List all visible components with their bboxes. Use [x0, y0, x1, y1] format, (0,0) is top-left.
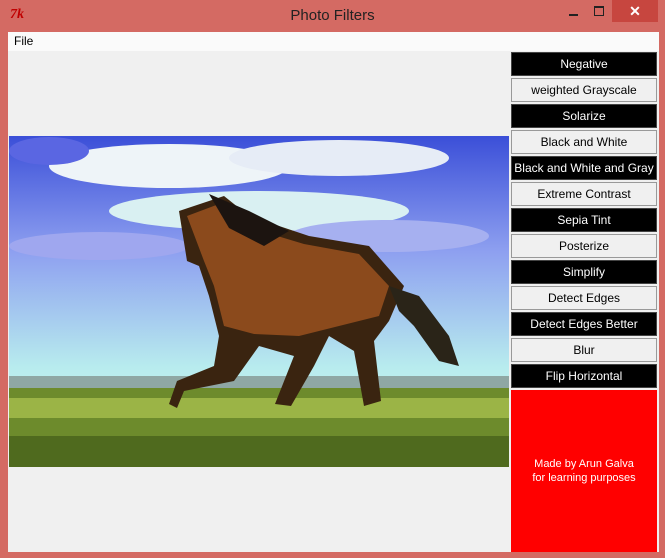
filter-button-posterize[interactable]: Posterize — [511, 234, 657, 258]
filter-button-blur[interactable]: Blur — [511, 338, 657, 362]
filter-button-flip-horizontal[interactable]: Flip Horizontal — [511, 364, 657, 388]
minimize-icon — [568, 14, 578, 16]
close-button[interactable]: ✕ — [612, 0, 658, 22]
filter-button-detect-edges-better[interactable]: Detect Edges Better — [511, 312, 657, 336]
filter-button-sepia-tint[interactable]: Sepia Tint — [511, 208, 657, 232]
filter-button-black-white-gray[interactable]: Black and White and Gray — [511, 156, 657, 180]
filter-button-solarize[interactable]: Solarize — [511, 104, 657, 128]
menu-file[interactable]: File — [14, 34, 33, 48]
credit-panel: Made by Arun Galva for learning purposes — [511, 390, 657, 552]
filter-button-weighted-grayscale[interactable]: weighted Grayscale — [511, 78, 657, 102]
minimize-button[interactable] — [560, 0, 586, 22]
filter-button-simplify[interactable]: Simplify — [511, 260, 657, 284]
credit-line-1: Made by Arun Galva — [534, 458, 634, 470]
title-bar[interactable]: 7k Photo Filters ✕ — [0, 0, 665, 32]
filter-button-detect-edges[interactable]: Detect Edges — [511, 286, 657, 310]
maximize-icon — [594, 6, 604, 16]
filter-button-black-and-white[interactable]: Black and White — [511, 130, 657, 154]
close-icon: ✕ — [629, 3, 641, 19]
menu-bar: File — [8, 32, 659, 51]
credit-text: Made by Arun Galva for learning purposes — [511, 457, 657, 485]
filter-button-extreme-contrast[interactable]: Extreme Contrast — [511, 182, 657, 206]
horse-photo-graphic — [9, 136, 509, 467]
filter-button-panel: Negative weighted Grayscale Solarize Bla… — [511, 52, 657, 390]
client-area: File Negative weighted Grayscale Solariz… — [8, 32, 659, 552]
maximize-button[interactable] — [586, 0, 612, 22]
filter-button-negative[interactable]: Negative — [511, 52, 657, 76]
horse-photo — [9, 136, 509, 467]
image-canvas — [8, 51, 510, 552]
credit-line-2: for learning purposes — [532, 472, 636, 484]
app-window: 7k Photo Filters ✕ File Negative weighte… — [0, 0, 665, 558]
